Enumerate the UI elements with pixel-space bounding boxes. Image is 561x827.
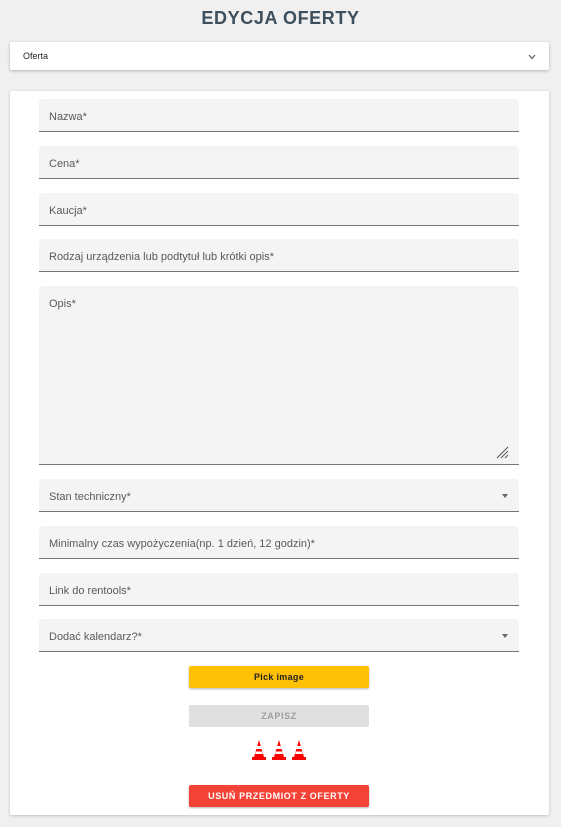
name-field[interactable]: Nazwa* bbox=[39, 99, 519, 132]
min-rental-time-field[interactable]: Minimalny czas wypożyczenia(np. 1 dzień,… bbox=[39, 526, 519, 559]
save-button[interactable]: ZAPISZ bbox=[189, 705, 369, 727]
deposit-field-label: Kaucja* bbox=[49, 205, 87, 217]
calendar-select[interactable]: Dodać kalendarz?* bbox=[39, 619, 519, 652]
offer-accordion[interactable]: Oferta bbox=[10, 42, 549, 70]
name-field-label: Nazwa* bbox=[49, 111, 87, 123]
chevron-down-icon[interactable] bbox=[527, 52, 537, 62]
description-field-label: Opis* bbox=[49, 298, 76, 310]
rentools-link-field[interactable]: Link do rentools* bbox=[39, 573, 519, 606]
traffic-cone-icon bbox=[272, 740, 286, 760]
accordion-label: Oferta bbox=[23, 51, 49, 61]
rentools-link-label: Link do rentools* bbox=[49, 585, 131, 597]
resize-handle-icon[interactable] bbox=[495, 445, 509, 459]
description-textarea[interactable]: Opis* bbox=[39, 286, 519, 465]
subtitle-field[interactable]: Rodzaj urządzenia lub podtytuł lub krótk… bbox=[39, 239, 519, 272]
pick-image-button[interactable]: Pick image bbox=[189, 666, 369, 688]
subtitle-field-label: Rodzaj urządzenia lub podtytuł lub krótk… bbox=[49, 251, 275, 263]
page-title: EDYCJA OFERTY bbox=[201, 8, 360, 28]
condition-select[interactable]: Stan techniczny* bbox=[39, 479, 519, 512]
calendar-select-label: Dodać kalendarz?* bbox=[49, 631, 142, 643]
price-field[interactable]: Cena* bbox=[39, 146, 519, 179]
condition-select-label: Stan techniczny* bbox=[49, 491, 131, 503]
min-rental-time-label: Minimalny czas wypożyczenia(np. 1 dzień,… bbox=[49, 538, 315, 550]
traffic-cone-icon bbox=[292, 740, 306, 760]
loading-indicator bbox=[251, 739, 307, 761]
price-field-label: Cena* bbox=[49, 158, 80, 170]
dropdown-arrow-icon bbox=[502, 494, 508, 498]
traffic-cone-icon bbox=[252, 740, 266, 760]
offer-form-card: Nazwa* Cena* Kaucja* Rodzaj urządzenia l… bbox=[10, 91, 549, 815]
delete-item-button[interactable]: USUŃ PRZEDMIOT Z OFERTY bbox=[189, 785, 369, 807]
dropdown-arrow-icon bbox=[502, 634, 508, 638]
deposit-field[interactable]: Kaucja* bbox=[39, 193, 519, 226]
